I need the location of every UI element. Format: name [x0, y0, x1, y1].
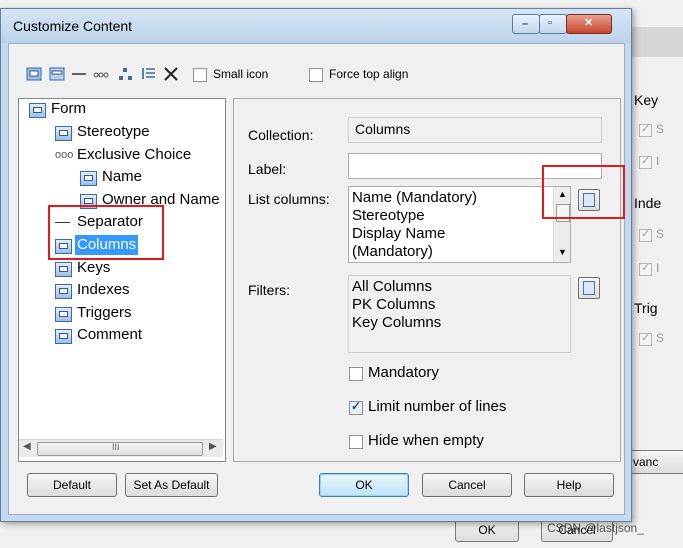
scroll-left-icon[interactable]: ◀	[23, 441, 31, 452]
background-checkbox	[639, 227, 652, 242]
exclusive-choice-icon[interactable]	[93, 66, 109, 82]
force-top-align-label: Force top align	[329, 67, 409, 81]
properties-panel: Collection: Columns Label: List columns:…	[233, 98, 621, 462]
minimize-icon: –	[522, 18, 529, 30]
mandatory-label: Mandatory	[368, 364, 439, 381]
filters-label: Filters:	[248, 282, 290, 298]
help-button[interactable]: Help	[524, 473, 614, 497]
tree-item-label: Indexes	[77, 281, 130, 298]
list-columns-label: List columns:	[248, 191, 330, 207]
move-icon[interactable]	[118, 66, 134, 82]
tree-item-label: Triggers	[77, 304, 132, 321]
background-checkbox-label: I	[656, 154, 660, 168]
default-button[interactable]: Default	[27, 473, 117, 497]
separator-icon[interactable]	[71, 66, 87, 82]
background-checkbox	[639, 331, 652, 346]
background-checkbox	[639, 122, 652, 137]
scroll-grip-icon: III	[112, 442, 120, 452]
watermark: CSDN @lastjson_	[547, 521, 644, 535]
background-checkbox-label: S	[656, 122, 665, 136]
ok-button[interactable]: OK	[319, 473, 409, 497]
delete-icon[interactable]	[163, 66, 179, 82]
background-checkbox	[639, 154, 652, 169]
form-icon	[29, 103, 46, 118]
collection-icon	[55, 262, 72, 277]
add-attribute-icon[interactable]	[49, 66, 65, 82]
title-bar[interactable]: Customize Content – ▫ ✕	[1, 9, 631, 43]
background-tab-keys[interactable]: Key	[634, 92, 658, 108]
scroll-down-icon[interactable]: ▼	[558, 247, 567, 257]
attribute-icon	[55, 126, 72, 141]
collection-value: Columns	[355, 121, 411, 137]
attribute-icon	[80, 171, 97, 186]
cancel-button[interactable]: Cancel	[422, 473, 512, 497]
tree-item-label: Exclusive Choice	[77, 146, 192, 163]
set-as-default-button[interactable]: Set As Default	[125, 473, 218, 497]
list-item[interactable]: All Columns	[352, 278, 432, 296]
annotation-box-separator-columns	[48, 205, 164, 260]
scroll-thumb[interactable]: III	[37, 442, 203, 456]
background-advanced-button[interactable]: vanc	[626, 450, 683, 474]
mandatory-checkbox[interactable]	[349, 367, 363, 381]
tree-item-label: Name	[102, 168, 143, 185]
force-top-align-checkbox[interactable]	[309, 68, 323, 82]
list-item[interactable]: Display Name	[352, 225, 445, 243]
filters-properties-button[interactable]	[578, 277, 600, 299]
maximize-button[interactable]: ▫	[539, 14, 567, 34]
small-icon-label: Small icon	[213, 67, 269, 81]
collection-field: Columns	[348, 117, 602, 143]
maximize-icon: ▫	[548, 17, 552, 29]
label-label: Label:	[248, 161, 287, 177]
dialog-title: Customize Content	[13, 18, 133, 34]
limit-lines-checkbox[interactable]	[349, 399, 363, 415]
background-checkbox-label: S	[656, 227, 665, 241]
hide-empty-checkbox[interactable]	[349, 435, 363, 449]
background-checkbox-label: I	[656, 261, 660, 275]
scroll-right-icon[interactable]: ▶	[209, 441, 217, 452]
content-tree[interactable]: Form Stereotype ooo Exclusive Choice Nam…	[18, 98, 226, 462]
close-button[interactable]: ✕	[566, 14, 612, 34]
minimize-button[interactable]: –	[512, 14, 540, 34]
collection-icon	[55, 307, 72, 322]
background-tab-triggers[interactable]: Trig	[634, 300, 658, 316]
background-checkbox-label: S	[656, 331, 665, 345]
tree-item-label: Keys	[77, 259, 111, 276]
close-icon: ✕	[584, 17, 594, 29]
limit-lines-label: Limit number of lines	[368, 398, 507, 415]
collection-icon	[55, 284, 72, 299]
annotation-box-list-columns-button	[542, 165, 625, 219]
exclusive-choice-icon: ooo	[55, 149, 74, 161]
hide-empty-label: Hide when empty	[368, 432, 484, 449]
add-collection-icon[interactable]	[26, 66, 42, 82]
tree-horizontal-scrollbar[interactable]: ◀ III ▶	[19, 439, 223, 457]
list-item[interactable]: Stereotype	[352, 207, 425, 225]
background-header-strip	[632, 27, 683, 57]
background-tab-indexes[interactable]: Inde	[634, 195, 661, 211]
list-icon[interactable]	[140, 66, 156, 82]
tree-item-label: Form	[51, 100, 86, 117]
list-item[interactable]: PK Columns	[352, 296, 435, 314]
filters-list[interactable]: All Columns PK Columns Key Columns	[348, 275, 571, 353]
background-checkbox	[639, 261, 652, 276]
tree-item-label: Comment	[77, 326, 143, 343]
collection-label: Collection:	[248, 127, 314, 143]
list-item[interactable]: Key Columns	[352, 314, 441, 332]
tree-item-label: Stereotype	[77, 123, 150, 140]
list-columns-list[interactable]: Name (Mandatory) Stereotype Display Name…	[348, 186, 571, 263]
list-item[interactable]: Name (Mandatory)	[352, 189, 477, 207]
list-item[interactable]: (Mandatory)	[352, 243, 433, 261]
small-icon-checkbox[interactable]	[193, 68, 207, 82]
customize-content-dialog: Customize Content – ▫ ✕ Small icon Force…	[0, 8, 632, 522]
attribute-icon	[55, 329, 72, 344]
